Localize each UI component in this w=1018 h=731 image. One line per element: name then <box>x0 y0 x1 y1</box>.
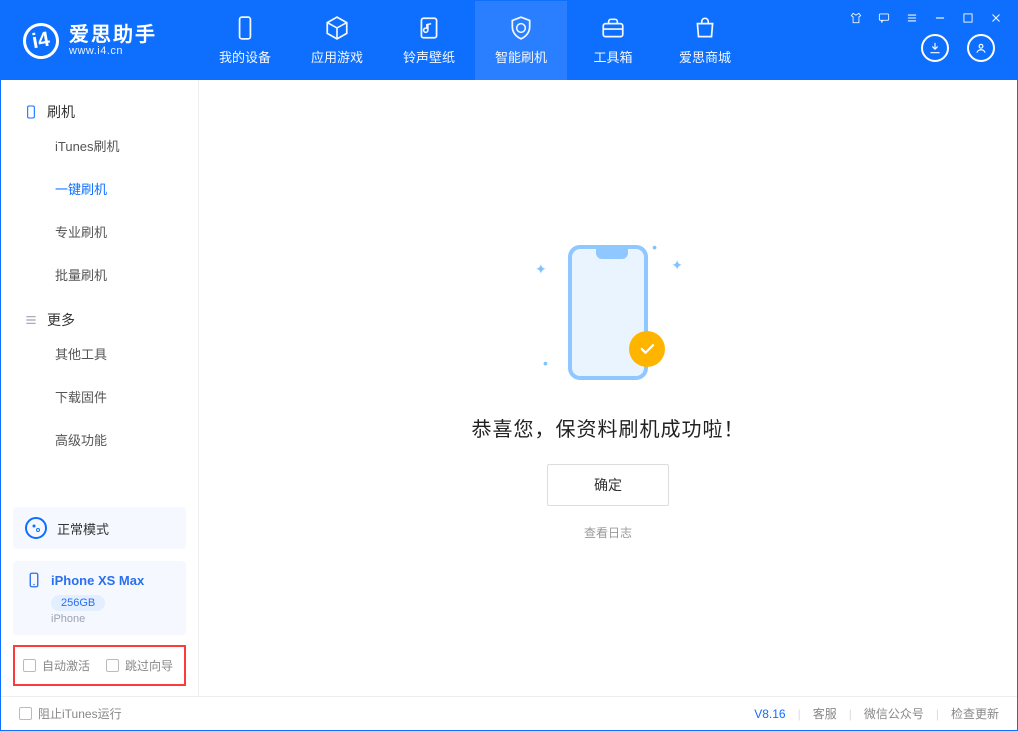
nav-ringtones-wallpapers[interactable]: 铃声壁纸 <box>383 1 475 80</box>
feedback-icon[interactable] <box>877 11 891 25</box>
sidebar: 刷机 iTunes刷机 一键刷机 专业刷机 批量刷机 更多 其他工具 下载固件 … <box>1 80 199 696</box>
opt-auto-activate[interactable]: 自动激活 <box>23 657 90 674</box>
sidebar-group-more: 更多 <box>1 296 198 332</box>
check-badge-icon <box>629 331 665 367</box>
footer-link-support[interactable]: 客服 <box>813 705 837 722</box>
user-icon <box>974 41 988 55</box>
download-icon <box>928 41 942 55</box>
sidebar-group-flash: 刷机 <box>1 88 198 124</box>
phone-small-icon <box>25 571 43 589</box>
nav-store[interactable]: 爱思商城 <box>659 1 751 80</box>
shield-refresh-icon <box>508 15 534 41</box>
window-controls <box>849 11 1003 25</box>
nav-apps-games[interactable]: 应用游戏 <box>291 1 383 80</box>
checkbox-icon <box>23 659 36 672</box>
maximize-icon[interactable] <box>961 11 975 25</box>
menu-icon[interactable] <box>905 11 919 25</box>
sidebar-item-onekey-flash[interactable]: 一键刷机 <box>1 167 198 210</box>
device-name: iPhone XS Max <box>51 573 144 588</box>
sparkle-icon: • <box>543 355 548 371</box>
block-itunes-checkbox[interactable]: 阻止iTunes运行 <box>19 705 122 722</box>
sidebar-item-other-tools[interactable]: 其他工具 <box>1 332 198 375</box>
app-url: www.i4.cn <box>69 45 157 57</box>
footer-link-update[interactable]: 检查更新 <box>951 705 999 722</box>
checkbox-icon <box>106 659 119 672</box>
mode-panel[interactable]: 正常模式 <box>13 507 186 549</box>
mode-label: 正常模式 <box>57 519 109 538</box>
mode-icon <box>25 517 47 539</box>
success-illustration: ✦ ✦ • • <box>533 235 683 395</box>
device-icon <box>23 104 39 120</box>
nav-my-device[interactable]: 我的设备 <box>199 1 291 80</box>
sidebar-item-download-firmware[interactable]: 下载固件 <box>1 375 198 418</box>
device-capacity: 256GB <box>51 595 105 611</box>
opt-skip-guide[interactable]: 跳过向导 <box>106 657 173 674</box>
list-icon <box>23 312 39 328</box>
footer-left: 阻止iTunes运行 <box>19 705 122 722</box>
download-button[interactable] <box>921 34 949 62</box>
footer-link-wechat[interactable]: 微信公众号 <box>864 705 924 722</box>
nav-toolbox[interactable]: 工具箱 <box>567 1 659 80</box>
body: 刷机 iTunes刷机 一键刷机 专业刷机 批量刷机 更多 其他工具 下载固件 … <box>1 80 1017 696</box>
logo: i4 爱思助手 www.i4.cn <box>1 1 199 80</box>
header-right <box>921 34 995 62</box>
sidebar-item-batch-flash[interactable]: 批量刷机 <box>1 253 198 296</box>
close-icon[interactable] <box>989 11 1003 25</box>
app-name: 爱思助手 <box>69 25 157 45</box>
bag-icon <box>692 15 718 41</box>
header: i4 爱思助手 www.i4.cn 我的设备 应用游戏 铃声壁纸 智能刷机 <box>1 1 1017 80</box>
user-button[interactable] <box>967 34 995 62</box>
minimize-icon[interactable] <box>933 11 947 25</box>
view-log-link[interactable]: 查看日志 <box>584 524 632 541</box>
toolbox-icon <box>600 15 626 41</box>
confirm-button[interactable]: 确定 <box>547 464 669 506</box>
sparkle-icon: ✦ <box>535 261 547 278</box>
device-panel[interactable]: iPhone XS Max 256GB iPhone <box>13 561 186 635</box>
version-label: V8.16 <box>754 707 785 721</box>
sidebar-item-pro-flash[interactable]: 专业刷机 <box>1 210 198 253</box>
sparkle-icon: • <box>652 239 657 255</box>
checkbox-icon <box>19 707 32 720</box>
top-nav: 我的设备 应用游戏 铃声壁纸 智能刷机 工具箱 爱思商城 <box>199 1 751 80</box>
tshirt-icon[interactable] <box>849 11 863 25</box>
flash-options: 自动激活 跳过向导 <box>13 645 186 686</box>
sidebar-item-itunes-flash[interactable]: iTunes刷机 <box>1 124 198 167</box>
success-message: 恭喜您，保资料刷机成功啦！ <box>472 413 745 442</box>
sparkle-icon: ✦ <box>671 257 683 274</box>
logo-icon: i4 <box>20 20 62 62</box>
device-type: iPhone <box>51 613 174 625</box>
nav-smart-flash[interactable]: 智能刷机 <box>475 1 567 80</box>
footer: 阻止iTunes运行 V8.16 | 客服 | 微信公众号 | 检查更新 <box>1 696 1017 730</box>
app-window: i4 爱思助手 www.i4.cn 我的设备 应用游戏 铃声壁纸 智能刷机 <box>0 0 1018 731</box>
main-content: ✦ ✦ • • 恭喜您，保资料刷机成功啦！ 确定 查看日志 <box>199 80 1017 696</box>
sidebar-item-advanced[interactable]: 高级功能 <box>1 418 198 461</box>
phone-icon <box>232 15 258 41</box>
music-file-icon <box>416 15 442 41</box>
footer-right: V8.16 | 客服 | 微信公众号 | 检查更新 <box>754 705 999 722</box>
cube-icon <box>324 15 350 41</box>
